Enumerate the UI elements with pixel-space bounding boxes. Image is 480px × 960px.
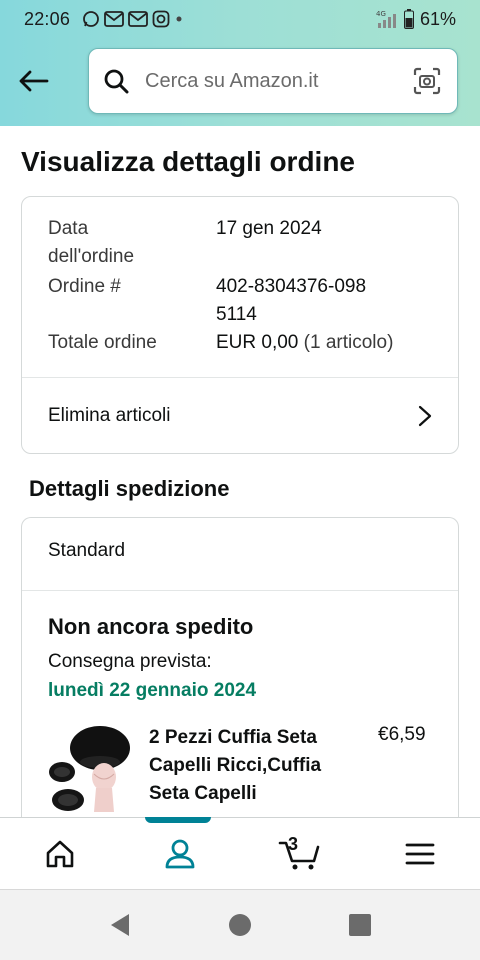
- gmail-icon: [128, 11, 148, 27]
- search-input[interactable]: [145, 69, 411, 93]
- camera-scan-icon: [413, 67, 441, 95]
- square-recents-icon: [349, 914, 371, 936]
- order-number-value: 402-8304376-0985114: [216, 276, 367, 325]
- signal-icon: 4G: [376, 10, 396, 28]
- silk-bonnet-product-image: [49, 726, 130, 812]
- shipping-section-title: Dettagli spedizione: [29, 476, 230, 501]
- nav-home[interactable]: [0, 818, 120, 889]
- triangle-back-icon: [111, 914, 129, 936]
- arrow-left-icon: [19, 70, 49, 92]
- user-icon: [165, 839, 195, 868]
- divider: [22, 590, 458, 591]
- delivery-label: Consegna prevista:: [48, 651, 212, 672]
- nav-menu[interactable]: [360, 818, 480, 889]
- order-number-label: Ordine #: [48, 276, 121, 297]
- order-date-value: 17 gen 2024: [216, 218, 322, 239]
- home-icon: [46, 840, 74, 867]
- notification-icons: [82, 10, 184, 28]
- battery-icon: [403, 9, 414, 29]
- shipping-status: Non ancora spedito: [48, 614, 254, 639]
- network-type-label: 4G: [376, 10, 386, 18]
- order-total-label: Totale ordine: [48, 332, 157, 353]
- order-date-label: Data dell'ordine: [48, 218, 135, 267]
- system-back-button[interactable]: [60, 895, 180, 955]
- status-bar: 22:06 4G 61%: [0, 0, 480, 38]
- cart-count: 3: [288, 834, 299, 854]
- cart-icon: [278, 841, 320, 869]
- search-bar[interactable]: [88, 48, 458, 114]
- delivery-date: lunedì 22 gennaio 2024: [48, 680, 257, 701]
- order-total-value: EUR 0,00 (1 articolo): [216, 329, 436, 357]
- back-button[interactable]: [14, 62, 52, 100]
- nav-account[interactable]: [120, 818, 240, 889]
- page-title: Visualizza dettagli ordine: [21, 146, 356, 177]
- delete-items-row[interactable]: Elimina articoli: [22, 378, 458, 454]
- product-name[interactable]: 2 Pezzi Cuffia Seta Capelli Ricci,Cuffia…: [149, 724, 349, 808]
- hamburger-menu-icon: [405, 843, 435, 864]
- order-total-items: (1 articolo): [303, 332, 394, 353]
- instagram-icon: [152, 10, 170, 28]
- gmail-icon: [104, 11, 124, 27]
- product-image[interactable]: [48, 722, 132, 814]
- nav-active-indicator: [145, 817, 211, 823]
- camera-search-button[interactable]: [411, 65, 443, 97]
- battery-percent: 61%: [419, 8, 456, 29]
- system-navigation-bar: [0, 889, 480, 960]
- status-time: 22:06: [24, 8, 71, 29]
- order-total-amount: EUR 0,00: [216, 332, 299, 353]
- chevron-right-icon: [418, 405, 432, 427]
- whatsapp-icon: [83, 11, 99, 27]
- shipping-card: Standard Non ancora spedito Consegna pre…: [21, 517, 459, 837]
- delete-items-label: Elimina articoli: [48, 405, 171, 426]
- dot-icon: [176, 16, 182, 22]
- system-recents-button[interactable]: [300, 895, 420, 955]
- shipping-type: Standard: [48, 540, 126, 561]
- bottom-navigation: 3: [0, 817, 480, 889]
- nav-cart[interactable]: 3: [240, 818, 360, 889]
- system-home-button[interactable]: [180, 895, 300, 955]
- status-right: 4G 61%: [376, 9, 456, 30]
- order-summary-card: Data dell'ordine 17 gen 2024 Ordine # 40…: [21, 196, 459, 454]
- product-price: €6,59: [378, 724, 426, 745]
- search-icon: [104, 69, 129, 94]
- circle-home-icon: [229, 914, 251, 936]
